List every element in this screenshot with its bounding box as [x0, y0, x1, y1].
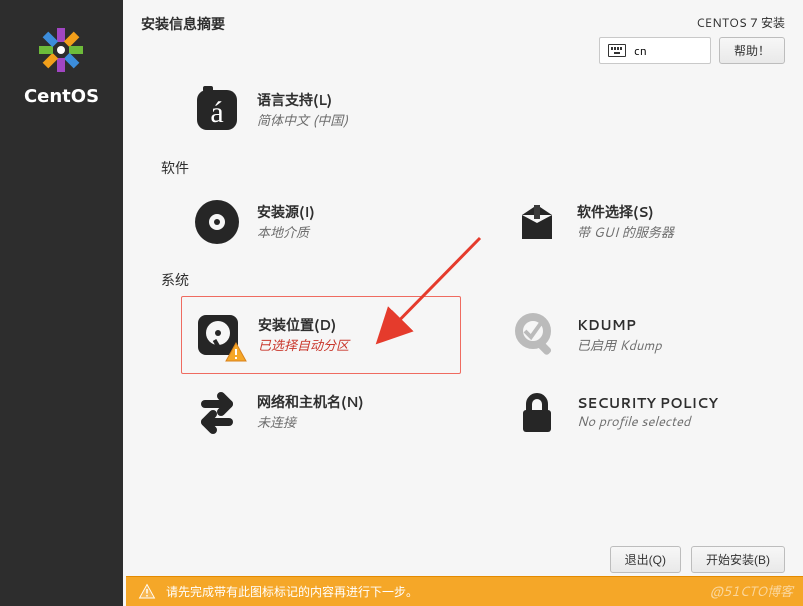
section-software-title: 软件	[161, 158, 781, 178]
spoke-status: 本地介质	[257, 222, 315, 242]
begin-install-button[interactable]: 开始安装(B)	[691, 546, 785, 573]
spoke-title: 软件选择(S)	[577, 202, 674, 222]
spoke-title: SECURITY POLICY	[577, 393, 718, 413]
spoke-network[interactable]: 网络和主机名(N) 未连接	[181, 374, 461, 450]
install-product-label: CENTOS 7 安装	[696, 14, 785, 31]
spoke-language-support[interactable]: á 语言支持(L) 简体中文 (中国)	[181, 72, 461, 148]
keyboard-icon	[608, 44, 626, 57]
warning-icon	[138, 583, 156, 601]
brand-name: CentOS	[24, 86, 99, 107]
spoke-status: 带 GUI 的服务器	[577, 222, 674, 242]
spoke-software-selection[interactable]: 软件选择(S) 带 GUI 的服务器	[501, 184, 781, 260]
spoke-title: 安装位置(D)	[258, 315, 349, 335]
spoke-title: KDUMP	[577, 315, 662, 335]
keyboard-indicator[interactable]: cn	[599, 37, 711, 64]
warning-icon	[224, 341, 248, 365]
svg-text:á: á	[210, 96, 223, 129]
spoke-kdump[interactable]: KDUMP 已启用 Kdump	[501, 296, 781, 374]
spoke-title: 网络和主机名(N)	[257, 392, 364, 412]
spoke-installation-source[interactable]: 安装源(I) 本地介质	[181, 184, 461, 260]
warning-bar[interactable]: 请先完成带有此图标标记的内容再进行下一步。	[126, 576, 803, 606]
language-icon: á	[191, 84, 243, 136]
warning-message: 请先完成带有此图标标记的内容再进行下一步。	[166, 583, 418, 600]
spoke-security-policy[interactable]: SECURITY POLICY No profile selected	[501, 374, 781, 450]
help-button[interactable]: 帮助！	[719, 37, 785, 64]
disc-icon	[191, 196, 243, 248]
spoke-title: 语言支持(L)	[257, 90, 348, 110]
quit-button[interactable]: 退出(Q)	[610, 546, 681, 573]
main-panel: 安装信息摘要 CENTOS 7 安装 cn 帮助！	[123, 0, 803, 606]
spoke-status: 已选择自动分区	[258, 335, 349, 355]
brand-logo: CentOS	[24, 24, 99, 107]
spoke-status: 未连接	[257, 412, 364, 432]
spoke-status: No profile selected	[577, 413, 718, 431]
content: á 语言支持(L) 简体中文 (中国) 软件	[123, 72, 803, 540]
kdump-icon	[511, 309, 563, 361]
spoke-installation-destination[interactable]: 安装位置(D) 已选择自动分区	[181, 296, 461, 374]
network-icon	[191, 386, 243, 438]
section-system-title: 系统	[161, 270, 781, 290]
spoke-status: 简体中文 (中国)	[257, 110, 348, 130]
keyboard-layout-label: cn	[634, 42, 647, 59]
page-title: 安装信息摘要	[141, 14, 225, 34]
header: 安装信息摘要 CENTOS 7 安装 cn 帮助！	[123, 0, 803, 72]
spoke-status: 已启用 Kdump	[577, 335, 662, 355]
sidebar: CentOS	[0, 0, 123, 606]
package-icon	[512, 197, 562, 247]
lock-icon	[513, 388, 561, 436]
spoke-title: 安装源(I)	[257, 202, 315, 222]
